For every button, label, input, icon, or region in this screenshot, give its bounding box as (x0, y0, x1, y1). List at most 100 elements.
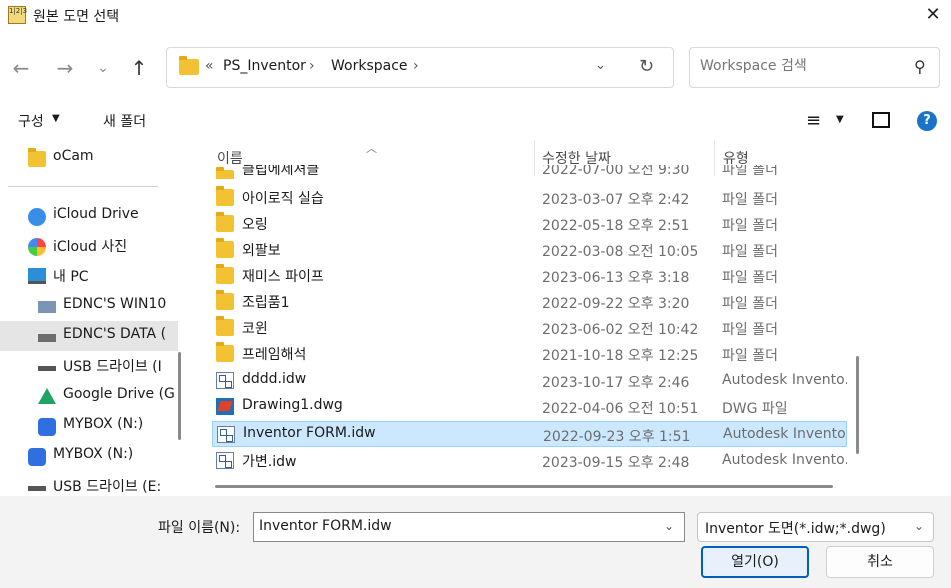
nav-pane-scrollbar[interactable] (178, 352, 181, 440)
filename-combobox[interactable]: ⌄ (253, 512, 685, 542)
help-icon[interactable]: ? (917, 111, 937, 131)
folder-icon (216, 290, 234, 310)
file-name: 재미스 파이프 (242, 269, 324, 285)
file-list: ︿ 이름 수정한 날짜 유형 클립에제셔클 2022-07-00 오전 9:30… (192, 140, 847, 496)
nav-item-label: USB 드라이브 (E: (53, 479, 162, 495)
nav-item-usb-drive-i[interactable]: USB 드라이브 (I (0, 351, 178, 381)
breadcrumb-item[interactable]: PS_Inventor (223, 58, 306, 74)
file-date: 2021-10-18 오후 12:25 (542, 348, 699, 364)
back-button[interactable]: ← (8, 55, 34, 81)
nav-item-mybox-sub[interactable]: MYBOX (N:) (0, 411, 178, 441)
file-type: 파일 폴더 (722, 244, 778, 260)
file-type: Autodesk Invento... (722, 452, 847, 468)
search-input[interactable] (700, 58, 900, 74)
file-date: 2022-07-00 오전 9:30 (542, 165, 690, 178)
organize-button[interactable]: 구성 (18, 111, 44, 131)
list-item[interactable]: 프레임해석 2021-10-18 오후 12:25 파일 폴더 (212, 341, 847, 367)
folder-icon (216, 264, 234, 284)
nav-item-label: EDNC'S WIN10 (63, 296, 167, 312)
nav-item-label: iCloud Drive (53, 206, 139, 222)
list-item[interactable]: 코윈 2023-06-02 오전 10:42 파일 폴더 (212, 315, 847, 341)
breadcrumb-item[interactable]: Workspace (331, 58, 408, 74)
nav-item-ocam[interactable]: oCam (0, 143, 178, 173)
divider (8, 186, 158, 187)
file-name: Inventor FORM.idw (243, 425, 376, 441)
nav-item-label: Google Drive (G (63, 386, 175, 402)
idw-file-icon (216, 452, 234, 469)
caret-down-icon[interactable]: ▼ (52, 113, 60, 124)
list-item[interactable]: dddd.idw 2023-10-17 오후 2:46 Autodesk Inv… (212, 368, 847, 394)
cancel-button[interactable]: 취소 (826, 546, 934, 578)
preview-pane-icon[interactable] (872, 112, 890, 128)
forward-button[interactable]: → (52, 55, 78, 81)
file-type: DWG 파일 (722, 401, 788, 417)
file-date: 2023-06-13 오후 3:18 (542, 270, 690, 286)
file-type: Autodesk Invento... (723, 426, 847, 442)
file-name: 코윈 (242, 321, 268, 337)
file-name: dddd.idw (242, 371, 307, 387)
arrow-left-icon: ← (12, 56, 30, 80)
list-item[interactable]: 조립품1 2022-09-22 오후 3:20 파일 폴더 (212, 289, 847, 315)
list-item[interactable]: 외팔보 2022-03-08 오전 10:05 파일 폴더 (212, 237, 847, 263)
new-folder-button[interactable]: 새 폴더 (103, 111, 146, 131)
nav-item-google-drive[interactable]: Google Drive (G (0, 381, 178, 411)
nav-item-ednc-win10[interactable]: EDNC'S WIN10 (0, 291, 178, 321)
search-icon[interactable]: ⚲ (914, 57, 926, 76)
nav-item-icloud-photos[interactable]: iCloud 사진 (0, 231, 178, 261)
title-bar: 1|2|3 원본 도면 선택 ✕ (0, 0, 951, 32)
nav-item-this-pc[interactable]: 내 PC (0, 261, 178, 291)
chevron-down-icon: ⌄ (97, 60, 109, 76)
folder-icon (28, 148, 46, 167)
view-menu-icon[interactable]: ≡ (806, 110, 821, 131)
address-dropdown-icon[interactable]: ⌄ (595, 58, 606, 73)
chevron-right-icon[interactable]: › (309, 58, 315, 74)
idw-file-icon (217, 426, 235, 443)
folder-icon (216, 186, 234, 206)
file-type: 파일 폴더 (722, 192, 778, 208)
file-type: Autodesk Invento... (722, 372, 847, 388)
filename-input[interactable] (259, 518, 649, 534)
app-icon: 1|2|3 (8, 6, 27, 24)
nav-item-icloud-drive[interactable]: iCloud Drive (0, 201, 178, 231)
nav-item-ednc-data[interactable]: EDNC'S DATA ( (0, 321, 178, 351)
caret-down-icon[interactable]: ▼ (836, 114, 844, 125)
open-button[interactable]: 열기(O) (701, 546, 809, 578)
file-name: 클립에제셔클 (242, 165, 320, 178)
refresh-icon[interactable]: ↻ (639, 56, 654, 77)
recent-locations-button[interactable]: ⌄ (90, 55, 116, 81)
chevron-down-icon: ⌄ (914, 519, 925, 533)
navigation-pane: oCam iCloud Drive iCloud 사진 내 PC EDNC'S … (0, 140, 178, 496)
file-name: Drawing1.dwg (242, 397, 343, 413)
folder-icon (216, 238, 234, 258)
horizontal-scrollbar[interactable] (215, 485, 833, 488)
nav-item-label: MYBOX (N:) (53, 446, 134, 462)
list-item[interactable]: 아이로직 실습 2023-03-07 오후 2:42 파일 폴더 (212, 185, 847, 211)
chevron-right-icon[interactable]: › (413, 58, 419, 74)
close-button[interactable]: ✕ (920, 4, 946, 28)
icloud-icon (28, 208, 46, 226)
list-item[interactable]: Drawing1.dwg 2022-04-06 오전 10:51 DWG 파일 (212, 394, 847, 420)
idw-file-icon (216, 372, 234, 389)
file-date: 2022-09-22 오후 3:20 (542, 296, 690, 312)
file-type: 파일 폴더 (722, 348, 778, 364)
up-button[interactable]: ↑ (126, 55, 152, 81)
nav-item-label: MYBOX (N:) (63, 416, 144, 432)
nav-item-mybox[interactable]: MYBOX (N:) (0, 441, 178, 471)
breadcrumb-overflow-icon[interactable]: « (205, 58, 214, 74)
google-drive-icon (38, 388, 56, 404)
list-item[interactable]: 가변.idw 2023-09-15 오후 2:48 Autodesk Inven… (212, 448, 847, 474)
arrow-right-icon: → (56, 56, 74, 80)
nav-item-label: 내 PC (53, 269, 89, 285)
file-type: 파일 폴더 (722, 218, 778, 234)
list-item-selected[interactable]: Inventor FORM.idw 2022-09-23 오후 1:51 Aut… (212, 421, 847, 447)
nav-item-usb-drive-e[interactable]: USB 드라이브 (E: (0, 471, 178, 496)
file-name: 외팔보 (242, 243, 281, 259)
list-item[interactable]: 재미스 파이프 2023-06-13 오후 3:18 파일 폴더 (212, 263, 847, 289)
address-bar[interactable]: « PS_Inventor › Workspace › ⌄ ↻ (166, 47, 674, 88)
search-box[interactable]: ⚲ (689, 47, 940, 88)
chevron-down-icon[interactable]: ⌄ (664, 519, 674, 533)
vertical-scrollbar[interactable] (856, 356, 859, 454)
list-item-partial[interactable]: 클립에제셔클 2022-07-00 오전 9:30 파일 폴더 (212, 165, 847, 179)
filetype-select[interactable]: Inventor 도면(*.idw;*.dwg) ⌄ (697, 512, 934, 542)
list-item[interactable]: 오링 2022-05-18 오후 2:51 파일 폴더 (212, 211, 847, 237)
